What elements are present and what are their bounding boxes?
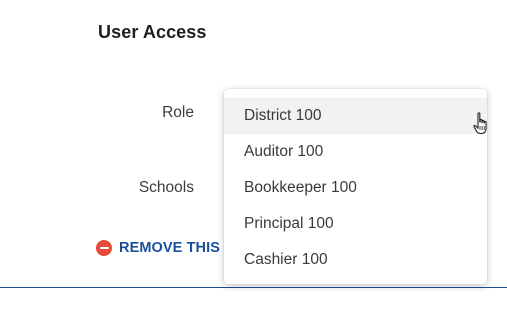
section-divider <box>0 287 507 288</box>
remove-link[interactable]: REMOVE THIS I <box>96 240 228 256</box>
user-access-page: User Access Role Schools REMOVE THIS I D… <box>0 0 507 322</box>
role-option-district[interactable]: District 100 <box>224 98 487 134</box>
role-label: Role <box>162 104 194 121</box>
minus-circle-icon <box>96 240 112 256</box>
section-title: User Access <box>98 22 207 42</box>
role-option-cashier[interactable]: Cashier 100 <box>224 242 487 278</box>
hand-pointer-icon <box>473 112 487 135</box>
schools-label: Schools <box>138 179 194 196</box>
role-dropdown-menu[interactable]: District 100 Auditor 100 Bookkeeper 100 … <box>224 89 487 284</box>
role-option-principal[interactable]: Principal 100 <box>224 206 487 242</box>
remove-link-label: REMOVE THIS I <box>119 240 229 256</box>
role-option-bookkeeper[interactable]: Bookkeeper 100 <box>224 170 487 206</box>
role-option-auditor[interactable]: Auditor 100 <box>224 134 487 170</box>
